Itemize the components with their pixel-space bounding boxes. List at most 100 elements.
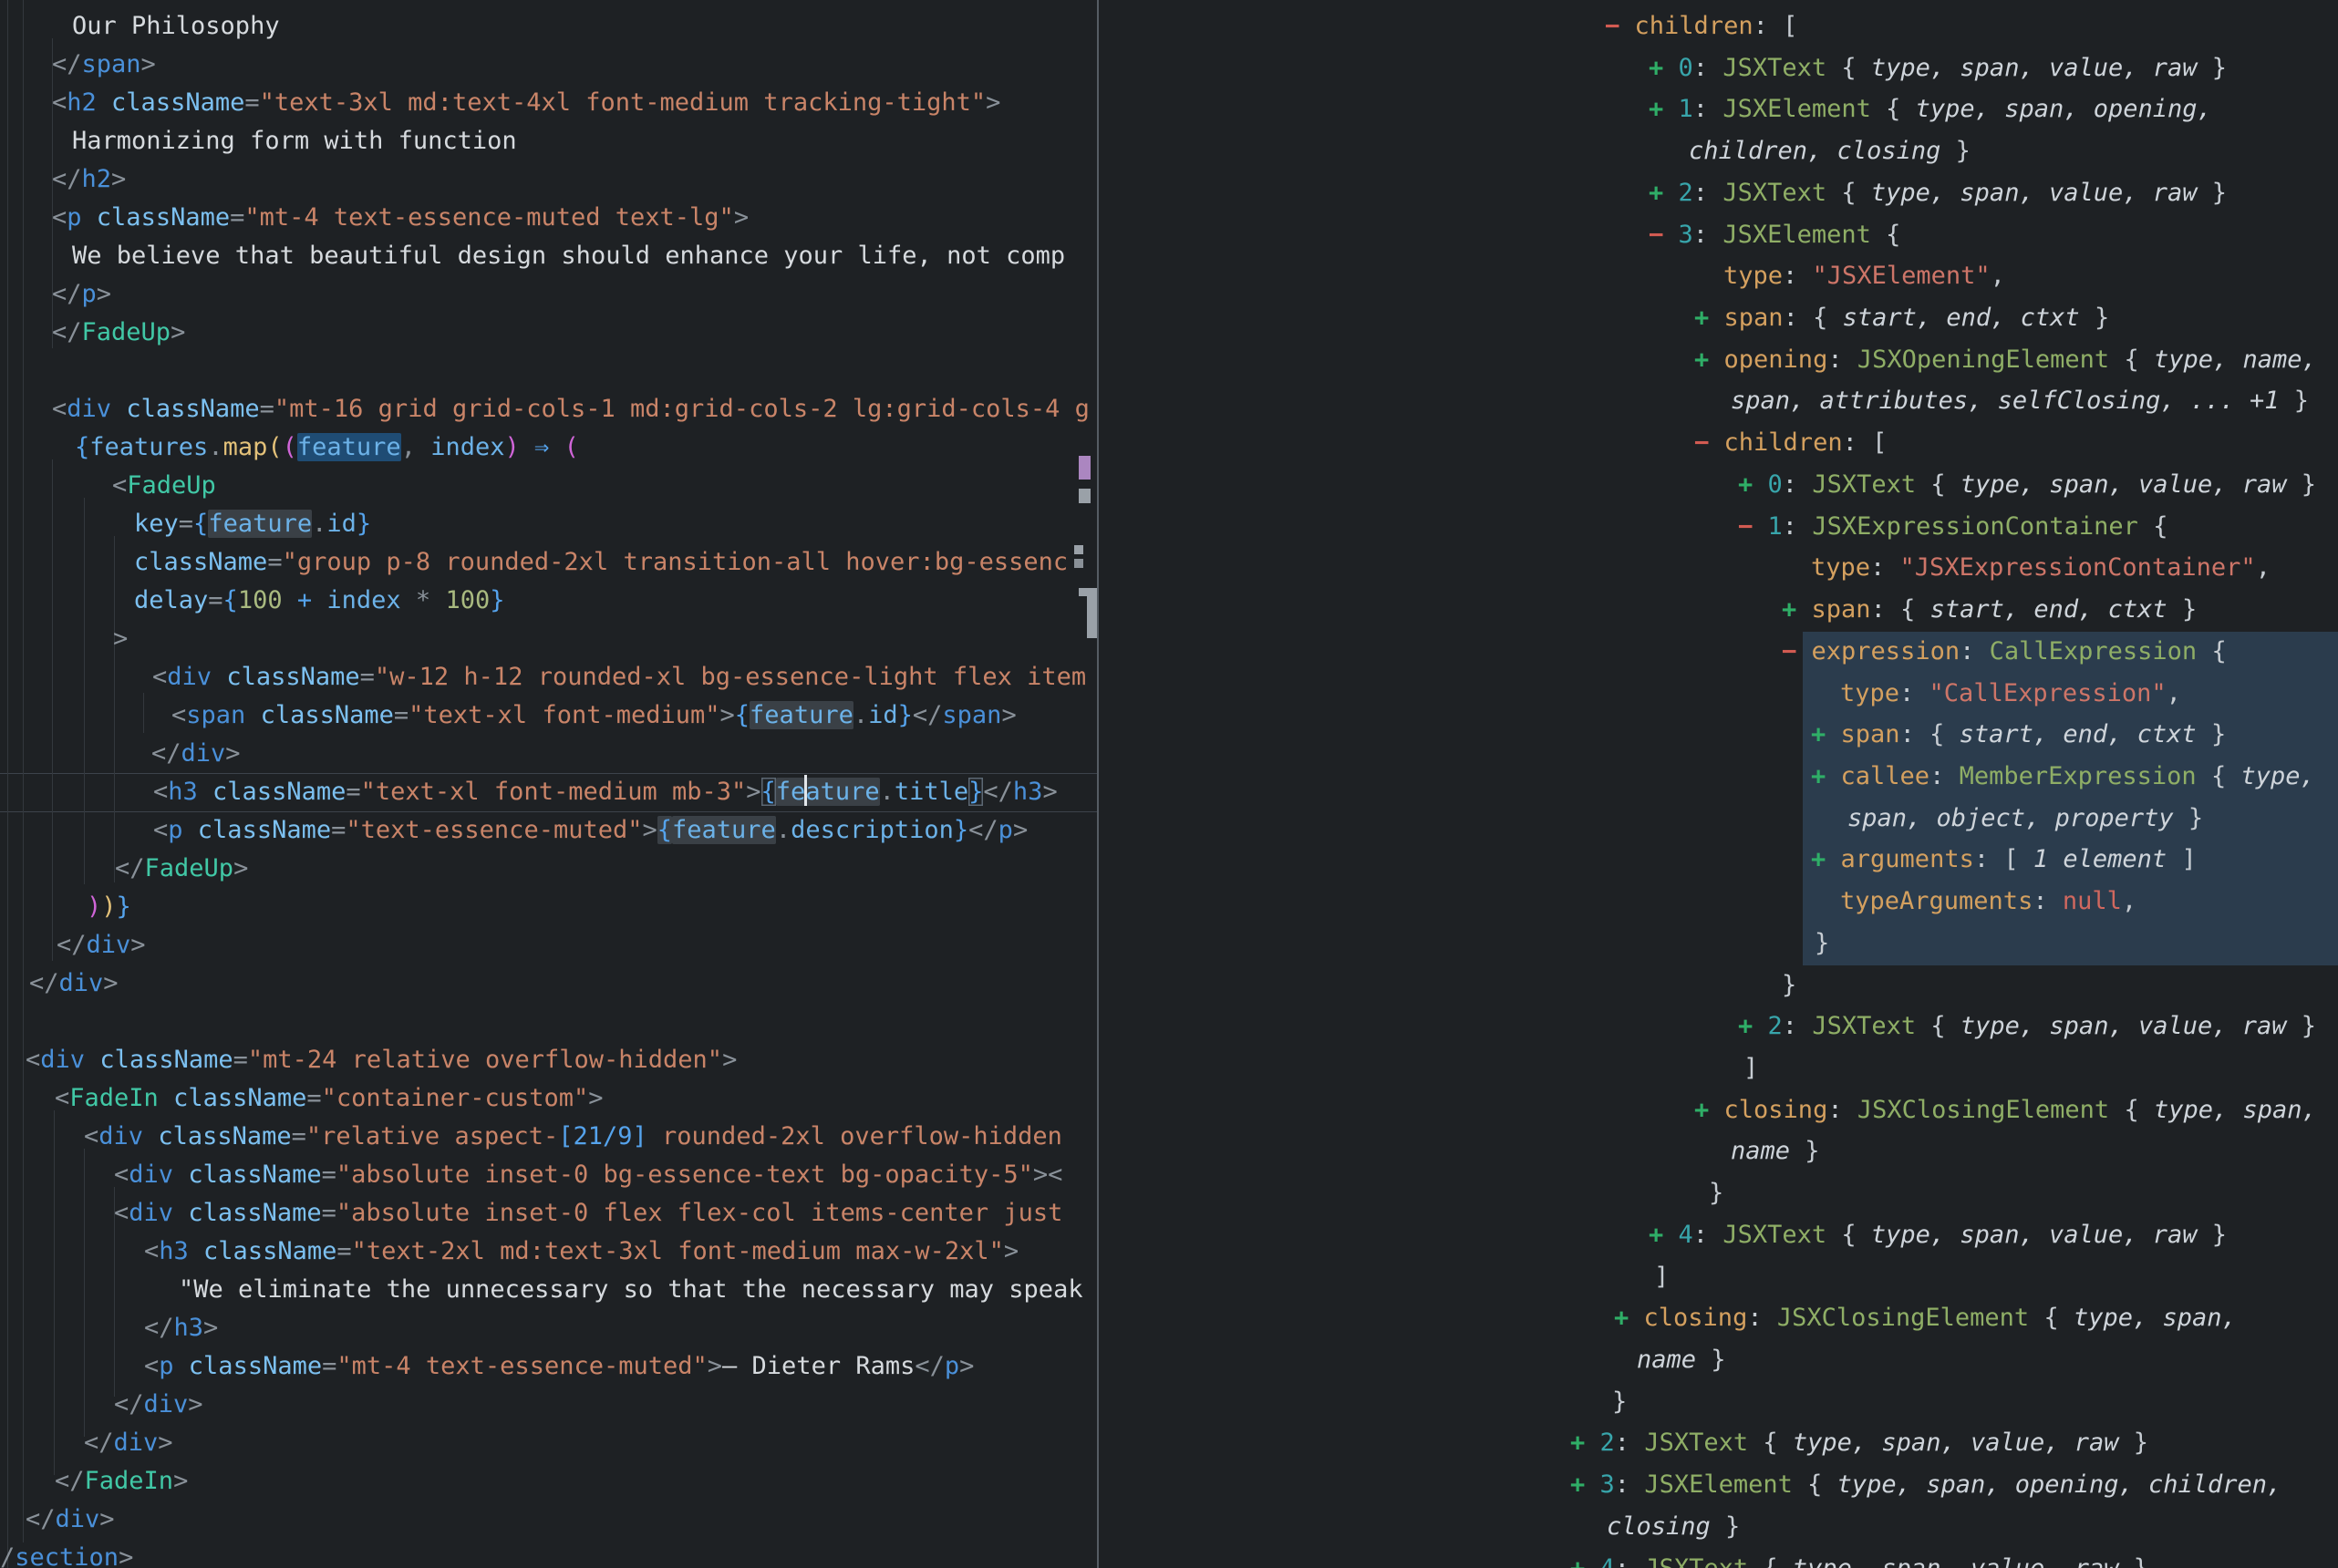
collapse-toggle-icon[interactable]: − (1738, 512, 1753, 541)
code-line[interactable]: </h3> (0, 1309, 1097, 1347)
collapse-toggle-icon[interactable]: − (1605, 12, 1619, 40)
code-line[interactable]: <div className="absolute inset-0 bg-esse… (0, 1156, 1097, 1194)
ast-node-row[interactable]: span, object, property } (1099, 798, 2338, 840)
code-line[interactable]: </div> (0, 1424, 1097, 1462)
ast-node-row[interactable]: + 0: JSXText { type, span, value, raw } (1099, 47, 2338, 89)
ast-node-row[interactable]: − children: [ (1099, 5, 2338, 47)
ast-node-row[interactable]: − 1: JSXExpressionContainer { (1099, 506, 2338, 548)
ast-node-row[interactable]: + 3: JSXElement { type, span, opening, c… (1099, 1464, 2338, 1506)
ast-node-row[interactable]: + callee: MemberExpression { type, (1099, 756, 2338, 798)
ast-node-row[interactable]: + 4: JSXText { type, span, value, raw } (1099, 1548, 2338, 1568)
ast-node-row[interactable]: ] (1099, 1256, 2338, 1298)
code-line[interactable]: {features.map((feature, index) ⇒ ( (0, 428, 1097, 467)
code-line[interactable]: </div> (0, 1501, 1097, 1539)
ast-node-row[interactable]: name } (1099, 1339, 2338, 1381)
ast-node-row[interactable]: } (1099, 1381, 2338, 1423)
ast-node-row[interactable]: type: "CallExpression", (1099, 673, 2338, 715)
code-line[interactable]: className="group p-8 rounded-2xl transit… (0, 543, 1097, 582)
collapse-toggle-icon[interactable]: − (1694, 428, 1709, 457)
code-line[interactable]: </FadeIn> (0, 1462, 1097, 1501)
code-line[interactable] (0, 352, 1097, 390)
expand-toggle-icon[interactable]: + (1811, 720, 1826, 748)
expand-toggle-icon[interactable]: + (1570, 1429, 1585, 1457)
code-line[interactable]: </p> (0, 275, 1097, 314)
code-line[interactable]: <h3 className="text-xl font-medium mb-3"… (0, 773, 1097, 811)
ast-node-row[interactable]: + span: { start, end, ctxt } (1099, 297, 2338, 339)
code-line[interactable]: <h3 className="text-2xl md:text-3xl font… (0, 1233, 1097, 1271)
ast-node-row[interactable]: + opening: JSXOpeningElement { type, nam… (1099, 339, 2338, 381)
code-line[interactable]: <FadeIn className="container-custom"> (0, 1079, 1097, 1118)
ast-node-row[interactable]: } (1099, 1172, 2338, 1214)
ast-node-row[interactable]: } (1099, 965, 2338, 1006)
code-line[interactable]: <div className="w-12 h-12 rounded-xl bg-… (0, 658, 1097, 696)
code-line[interactable]: Our Philosophy (0, 7, 1097, 46)
expand-toggle-icon[interactable]: + (1649, 95, 1663, 123)
collapse-toggle-icon[interactable]: − (1649, 221, 1663, 249)
expand-toggle-icon[interactable]: + (1738, 470, 1753, 499)
code-line[interactable]: <FadeUp (0, 467, 1097, 505)
code-line[interactable]: </div> (0, 735, 1097, 773)
ast-node-row[interactable]: + 2: JSXText { type, span, value, raw } (1099, 1006, 2338, 1047)
code-line[interactable]: key={feature.id} (0, 505, 1097, 543)
code-line[interactable]: We believe that beautiful design should … (0, 237, 1097, 275)
ast-node-row[interactable]: + 1: JSXElement { type, span, opening, (1099, 88, 2338, 130)
code-line[interactable]: <p className="mt-4 text-essence-muted">—… (0, 1347, 1097, 1386)
collapse-toggle-icon[interactable]: − (1782, 637, 1796, 665)
ast-node-row[interactable]: type: "JSXElement", (1099, 255, 2338, 297)
expand-toggle-icon[interactable]: + (1649, 1221, 1663, 1249)
ast-node-row[interactable]: closing } (1099, 1506, 2338, 1548)
expand-toggle-icon[interactable]: + (1694, 304, 1709, 332)
code-line[interactable]: </h2> (0, 160, 1097, 199)
code-line[interactable]: </FadeUp> (0, 314, 1097, 352)
ast-node-row[interactable]: − expression: CallExpression { (1099, 631, 2338, 673)
code-line[interactable] (0, 1003, 1097, 1041)
code-line[interactable]: <h2 className="text-3xl md:text-4xl font… (0, 84, 1097, 122)
code-line[interactable]: ))} (0, 888, 1097, 926)
ast-node-row[interactable]: + 4: JSXText { type, span, value, raw } (1099, 1214, 2338, 1256)
code-line[interactable]: /section> (0, 1539, 1097, 1568)
ast-node-row[interactable]: typeArguments: null, (1099, 881, 2338, 923)
expand-toggle-icon[interactable]: + (1738, 1012, 1753, 1040)
ast-node-row[interactable]: − children: [ (1099, 422, 2338, 464)
code-line[interactable]: </div> (0, 1386, 1097, 1424)
code-line[interactable]: > (0, 620, 1097, 658)
expand-toggle-icon[interactable]: + (1649, 54, 1663, 82)
code-line[interactable]: </span> (0, 46, 1097, 84)
code-line[interactable]: delay={100 + index * 100} (0, 582, 1097, 620)
ast-node-row[interactable]: } (1099, 923, 2338, 965)
code-line[interactable]: <p className="text-essence-muted">{featu… (0, 811, 1097, 850)
code-line[interactable]: <div className="relative aspect-[21/9] r… (0, 1118, 1097, 1156)
ast-node-row[interactable]: + span: { start, end, ctxt } (1099, 714, 2338, 756)
ast-node-row[interactable]: ] (1099, 1047, 2338, 1089)
code-line[interactable]: </FadeUp> (0, 850, 1097, 888)
ast-node-row[interactable]: children, closing } (1099, 130, 2338, 172)
ast-node-row[interactable]: name } (1099, 1130, 2338, 1172)
ast-node-row[interactable]: + 0: JSXText { type, span, value, raw } (1099, 464, 2338, 506)
expand-toggle-icon[interactable]: + (1811, 762, 1826, 790)
code-line[interactable]: "We eliminate the unnecessary so that th… (0, 1271, 1097, 1309)
ast-tree-pane[interactable]: − children: [+ 0: JSXText { type, span, … (1099, 0, 2338, 1568)
expand-toggle-icon[interactable]: + (1649, 179, 1663, 207)
code-line[interactable]: <span className="text-xl font-medium">{f… (0, 696, 1097, 735)
code-line[interactable]: Harmonizing form with function (0, 122, 1097, 160)
code-line[interactable]: </div> (0, 965, 1097, 1003)
expand-toggle-icon[interactable]: + (1614, 1304, 1629, 1332)
expand-toggle-icon[interactable]: + (1694, 1096, 1709, 1124)
code-editor-pane[interactable]: Our Philosophy</span><h2 className="text… (0, 0, 1097, 1568)
ast-node-row[interactable]: + 2: JSXText { type, span, value, raw } (1099, 172, 2338, 214)
expand-toggle-icon[interactable]: + (1811, 845, 1826, 873)
code-line[interactable]: </div> (0, 926, 1097, 965)
code-line[interactable]: <p className="mt-4 text-essence-muted te… (0, 199, 1097, 237)
expand-toggle-icon[interactable]: + (1570, 1470, 1585, 1499)
ast-node-row[interactable]: type: "JSXExpressionContainer", (1099, 547, 2338, 589)
code-line[interactable]: <div className="absolute inset-0 flex fl… (0, 1194, 1097, 1233)
ast-node-row[interactable]: + closing: JSXClosingElement { type, spa… (1099, 1297, 2338, 1339)
expand-toggle-icon[interactable]: + (1694, 346, 1709, 374)
ast-node-row[interactable]: + span: { start, end, ctxt } (1099, 589, 2338, 631)
expand-toggle-icon[interactable]: + (1782, 595, 1796, 624)
code-line[interactable]: <div className="mt-24 relative overflow-… (0, 1041, 1097, 1079)
code-line[interactable]: <div className="mt-16 grid grid-cols-1 m… (0, 390, 1097, 428)
ast-node-row[interactable]: + closing: JSXClosingElement { type, spa… (1099, 1089, 2338, 1131)
ast-node-row[interactable]: span, attributes, selfClosing, ... +1 } (1099, 380, 2338, 422)
expand-toggle-icon[interactable]: + (1570, 1554, 1585, 1568)
